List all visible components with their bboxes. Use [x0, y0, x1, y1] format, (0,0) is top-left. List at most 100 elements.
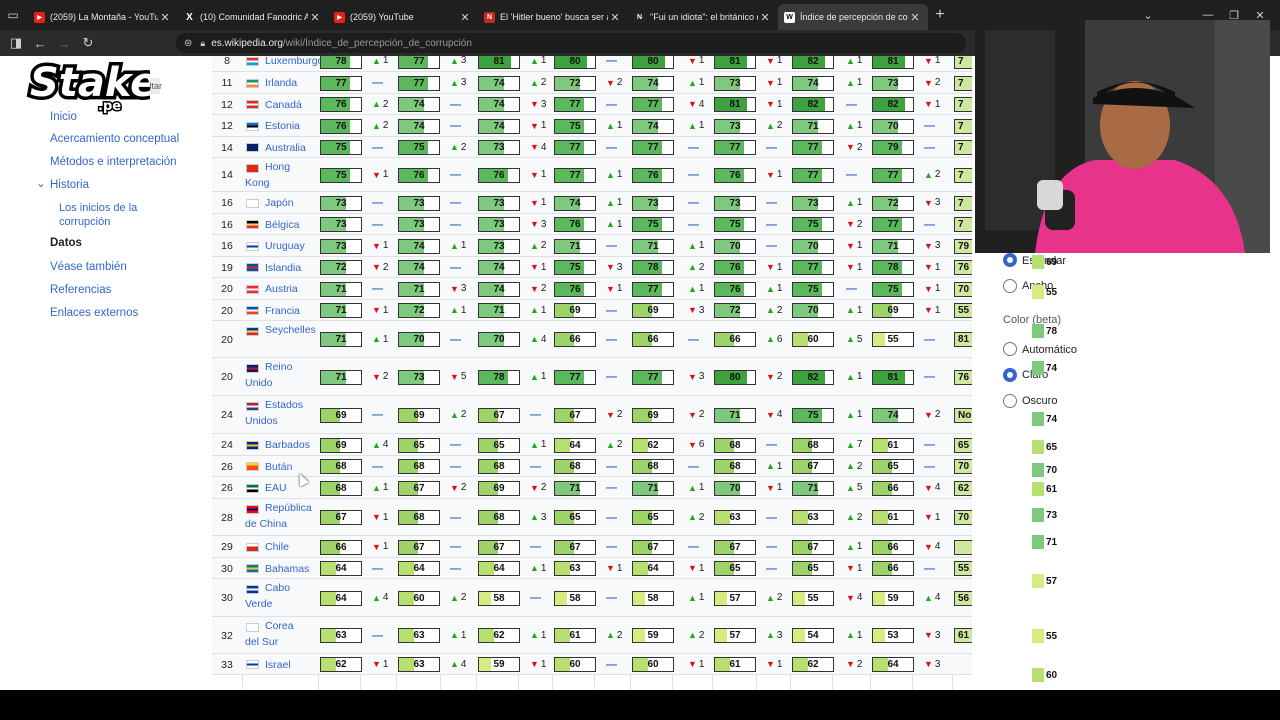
change-cell: ▼ 1: [846, 563, 862, 574]
flag-icon-uy: [246, 241, 259, 251]
change-cell: —: [606, 592, 619, 604]
toc-item-acercamiento[interactable]: Acercamiento conceptual: [50, 132, 179, 146]
close-tab-icon[interactable]: ✕: [908, 11, 922, 24]
toc-item-referencias[interactable]: Referencias: [50, 283, 111, 297]
table-row: 20 Francia 71 72 71 69 69 72 70 69 ▼ 1 ▲ 1 ▲ 1— ▼ 3 ▲ 2 ▲ 1 ▼ 1…: [212, 300, 972, 321]
change-value: 1: [698, 283, 705, 294]
rank-cell: 16: [221, 197, 233, 209]
score-bar: [793, 333, 809, 346]
change-value: 6: [698, 439, 705, 450]
change-value: 2: [776, 120, 783, 131]
change-cell: —: [530, 592, 543, 604]
country-link[interactable]: Corea del Sur: [245, 618, 297, 650]
country-link[interactable]: Estados Unidos: [245, 397, 303, 429]
tab-1[interactable]: X (10) Comunidad Fanodric Army✕: [178, 4, 328, 30]
up-arrow-icon: ▲: [846, 439, 855, 450]
toc-item-inicios[interactable]: Los inicios de la corrupción: [59, 201, 179, 229]
change-cell: —: [372, 563, 385, 575]
radio-oscuro[interactable]: [1003, 394, 1017, 408]
score-cell-partial: 55: [954, 303, 972, 318]
close-tab-icon[interactable]: ✕: [458, 11, 472, 24]
toc-item-vease[interactable]: Véase también: [50, 260, 127, 274]
score-cell: 55: [872, 332, 914, 347]
up-arrow-icon: ▲: [450, 240, 459, 251]
radio-claro[interactable]: [1003, 368, 1017, 382]
no-change-icon: —: [924, 371, 935, 383]
no-change-icon: —: [606, 141, 617, 154]
change-cell: —: [924, 439, 937, 451]
score-value: 63: [569, 563, 581, 574]
tab-4[interactable]: N "Fui un idiota": el británico que✕: [628, 4, 778, 30]
tab-2[interactable]: ▶ (2059) YouTube ✕: [328, 4, 478, 30]
change-cell: ▲ 1: [846, 371, 862, 382]
score-value: 69: [647, 409, 659, 421]
score-bar: [1032, 440, 1044, 454]
close-tab-icon[interactable]: ✕: [308, 11, 322, 24]
change-value: 4: [460, 658, 467, 670]
tab-5[interactable]: W Índice de percepción de corrupción✕: [778, 4, 928, 30]
change-cell: ▲ 1: [766, 461, 782, 472]
table-row: 24 Barbados 69 65 65 64 62 68 68 61 ▲ 4— ▲ 1 ▲ 2 ▼ 6— ▲ 7—6…: [212, 434, 972, 456]
no-change-icon: —: [450, 333, 461, 346]
score-cell: 71: [872, 238, 914, 254]
tab-3[interactable]: N El 'Hitler bueno' busca ser alcalde✕: [478, 4, 628, 30]
site-info-icon[interactable]: ⊜: [184, 38, 192, 49]
score-cell: 70: [478, 332, 520, 347]
close-tab-icon[interactable]: ✕: [758, 11, 772, 24]
country-link[interactable]: Hong Kong: [245, 159, 297, 191]
score-cell: 66: [632, 332, 674, 347]
table-row: 33 Israel 62 63 59 60 60 61 62 64 ▼ 1 ▲ 4 ▼ 1— ▼ 1 ▼ 1 ▼ 2 ▼ 3: [212, 654, 972, 675]
rank-cell: 16: [221, 218, 233, 231]
no-change-icon: —: [450, 439, 461, 451]
change-cell: ▲ 2: [688, 630, 704, 641]
score-value: 60: [569, 659, 581, 670]
score-cell: 60: [632, 657, 674, 672]
no-change-icon: —: [372, 141, 383, 154]
country-link[interactable]: República de China: [245, 500, 312, 532]
toc-item-datos[interactable]: Datos: [50, 237, 82, 249]
score-cell: 73: [320, 217, 362, 232]
score-cell: 68: [554, 459, 596, 474]
address-bar[interactable]: ⊜ 🔒︎ es.wikipedia.org/wiki/Índice_de_per…: [176, 33, 966, 53]
sidebar-toggle-icon[interactable]: ◨: [4, 30, 28, 56]
country-link[interactable]: Seychelles: [245, 322, 316, 338]
rank-cell: 33: [221, 658, 233, 671]
change-cell: —: [924, 142, 937, 154]
down-arrow-icon: ▼: [372, 305, 381, 315]
radio-ancho[interactable]: [1003, 279, 1017, 293]
toc-item-metodos[interactable]: Métodos e interpretación: [50, 155, 177, 169]
change-value: 1: [540, 261, 547, 273]
toc-item-historia[interactable]: Historia: [50, 178, 89, 192]
tab-actions-icon[interactable]: ▭: [0, 0, 26, 30]
score-value: 81: [958, 334, 970, 345]
score-bar: [873, 511, 889, 524]
score-value: 76: [335, 120, 347, 132]
close-tab-icon[interactable]: ✕: [608, 11, 622, 24]
country-link[interactable]: Cabo Verde: [245, 580, 297, 612]
change-cell: ▼ 3: [530, 99, 546, 110]
new-tab-icon[interactable]: +: [928, 6, 952, 24]
score-cell-partial: 7: [954, 140, 972, 155]
no-change-icon: —: [450, 98, 461, 111]
score-bar: [793, 629, 806, 642]
change-value: 1: [616, 283, 623, 294]
score-bar: [873, 333, 886, 346]
score-value: 73: [413, 371, 425, 383]
score-bar: [399, 658, 415, 671]
change-cell: ▼ 4: [846, 592, 862, 603]
score-cell: 77: [632, 281, 674, 297]
tab-0[interactable]: ▶ (2059) La Montaña - YouTube ✕: [28, 4, 178, 30]
up-arrow-icon: ▲: [606, 439, 615, 450]
score-cell: 67: [554, 407, 596, 423]
close-tab-icon[interactable]: ✕: [158, 11, 172, 24]
toc-item-enlaces[interactable]: Enlaces externos: [50, 306, 138, 320]
score-value: 73: [729, 77, 741, 89]
change-cell: ▲ 1: [530, 563, 546, 574]
country-link[interactable]: Reino Unido: [245, 359, 297, 391]
score-cell: 74: [478, 97, 520, 112]
score-cell: 71: [632, 480, 674, 496]
score-cell-partial: 70: [954, 281, 972, 297]
radio-automatico[interactable]: [1003, 342, 1017, 356]
radio-estandar[interactable]: [1003, 253, 1017, 267]
toc-collapse-chevron-icon[interactable]: ⌄: [36, 177, 46, 191]
